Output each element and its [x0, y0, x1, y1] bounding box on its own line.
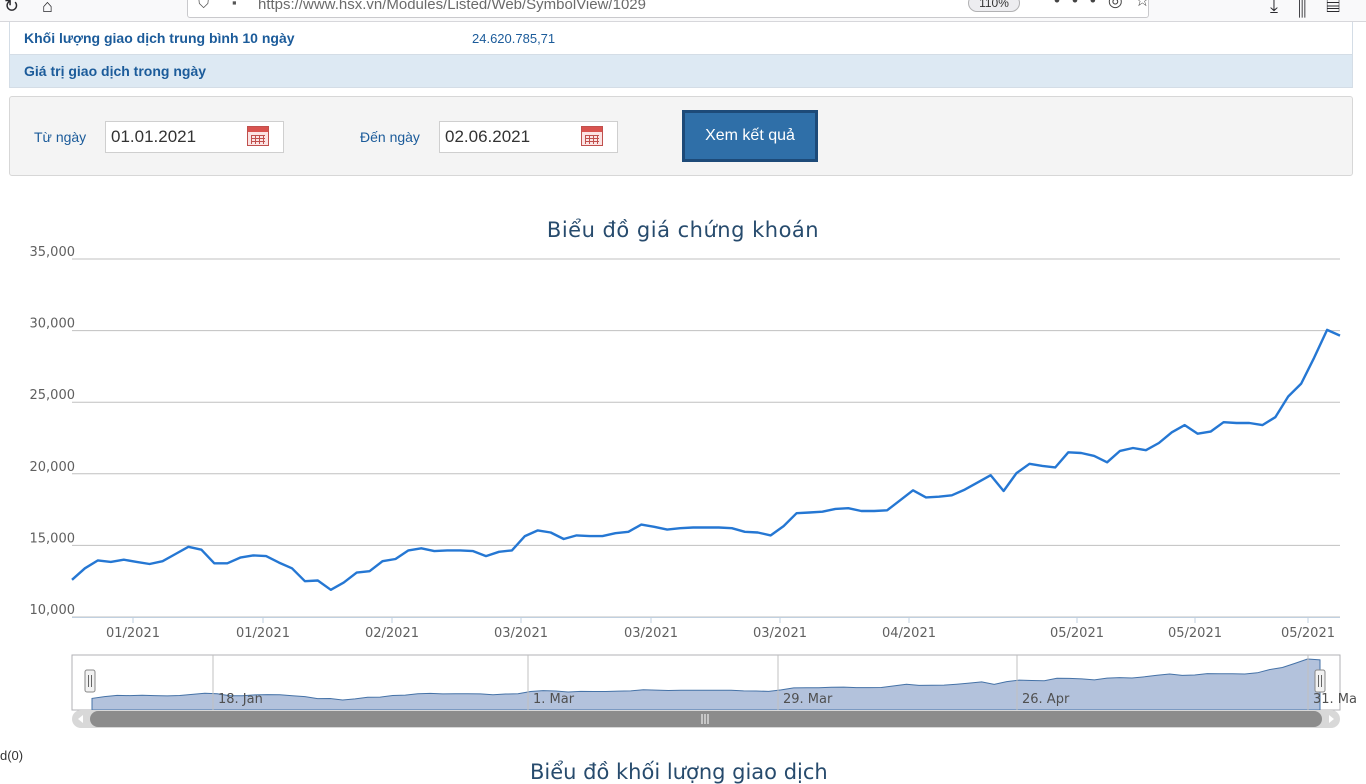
price-line — [71, 328, 1341, 591]
navigator-label: 26. Apr — [1022, 692, 1070, 707]
x-tick-label: 05/2021 — [1050, 626, 1104, 641]
y-axis-labels: 10,000 15,000 20,000 25,000 30,000 35,000 — [30, 245, 76, 618]
navigator-handle — [1314, 669, 1326, 693]
x-tick-label: 03/2021 — [624, 626, 678, 641]
navigator-label: 18. Jan — [218, 692, 263, 707]
y-tick-label: 30,000 — [30, 317, 76, 332]
y-tick-label: 20,000 — [30, 460, 76, 475]
y-tick-label: 10,000 — [30, 603, 76, 618]
x-tick-label: 02/2021 — [365, 626, 419, 641]
y-tick-label: 25,000 — [30, 388, 76, 403]
y-tick-label: 35,000 — [30, 245, 76, 260]
volume-chart-title: Biểu đồ khối lượng giao dịch — [530, 760, 828, 784]
navigator-label: 29. Mar — [783, 692, 833, 707]
x-tick-label: 05/2021 — [1281, 626, 1335, 641]
navigator-label: 1. Mar — [533, 692, 575, 707]
x-tick-label: 01/2021 — [236, 626, 290, 641]
x-tick-label: 03/2021 — [753, 626, 807, 641]
grid-layer — [72, 258, 1340, 618]
navigator: 18. Jan 1. Mar 29. Mar 26. Apr 31. Ma — [71, 654, 1357, 728]
x-tick-label: 01/2021 — [106, 626, 160, 641]
navigator-handle — [84, 669, 96, 693]
price-chart: 10,000 15,000 20,000 25,000 30,000 35,000 01/… — [30, 245, 1357, 728]
navigator-label: 31. Ma — [1313, 692, 1357, 707]
x-tick-label: 05/2021 — [1168, 626, 1222, 641]
x-tick-label: 03/2021 — [494, 626, 548, 641]
footer-left-text: d(0) — [0, 748, 24, 763]
y-tick-label: 15,000 — [30, 531, 76, 546]
series-layer — [71, 328, 1341, 591]
x-tick-label: 04/2021 — [882, 626, 936, 641]
x-axis-labels: 01/2021 01/2021 02/2021 03/2021 03/2021 03/20… — [106, 617, 1335, 641]
scrollbar-thumb — [90, 711, 1322, 727]
